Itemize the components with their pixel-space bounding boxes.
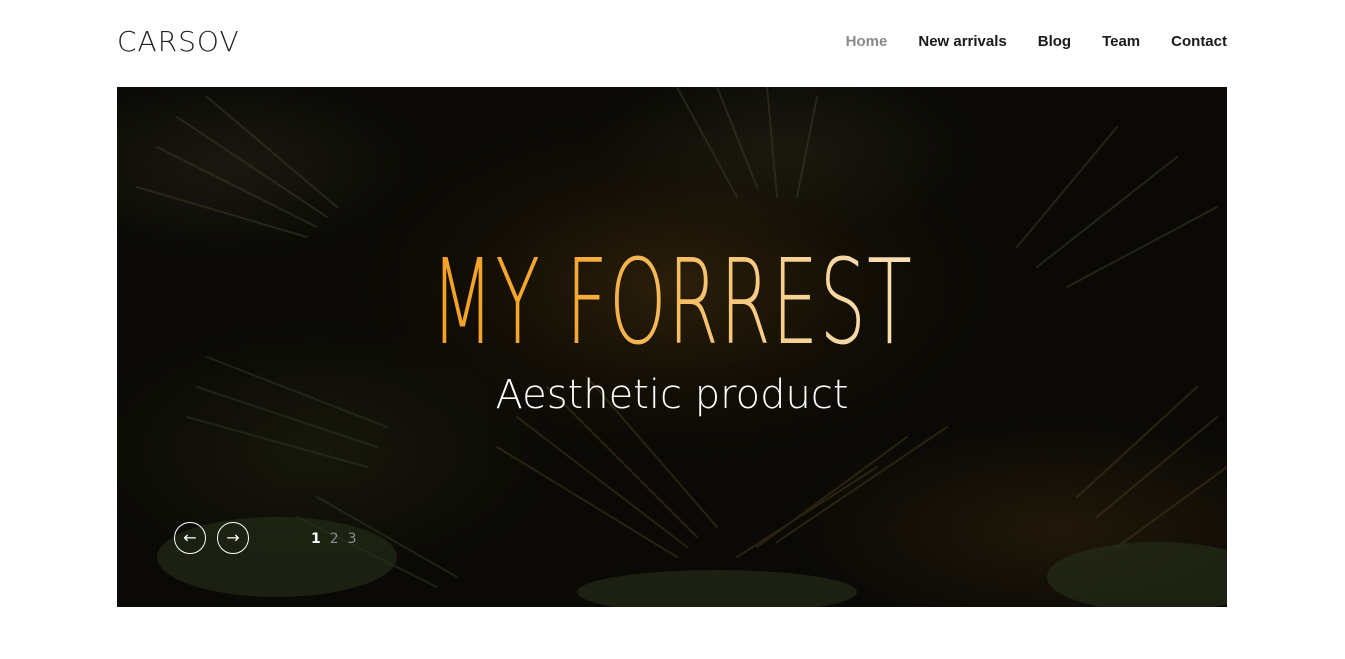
main-nav: Home New arrivals Blog Team Contact — [846, 31, 1227, 53]
nav-link-new-arrivals[interactable]: New arrivals — [918, 31, 1006, 53]
arrow-right-icon: → — [226, 528, 240, 547]
hero-title: MY FORREST — [328, 237, 1016, 367]
nav-link-home[interactable]: Home — [846, 31, 888, 53]
hero-slider: MY FORREST Aesthetic product ← → 1 2 3 — [117, 87, 1227, 607]
nav-link-blog[interactable]: Blog — [1038, 31, 1071, 53]
pagination-page-3[interactable]: 3 — [348, 530, 357, 548]
page: CARSOV Home New arrivals Blog Team Conta… — [0, 0, 1345, 659]
nav-link-contact[interactable]: Contact — [1171, 31, 1227, 53]
slider-pagination: 1 2 3 — [311, 530, 357, 548]
site-header: CARSOV Home New arrivals Blog Team Conta… — [117, 0, 1227, 87]
arrow-left-icon: ← — [183, 528, 197, 547]
slider-next-button[interactable]: → — [217, 522, 249, 554]
slider-prev-button[interactable]: ← — [174, 522, 206, 554]
pagination-page-2[interactable]: 2 — [330, 530, 339, 548]
logo[interactable]: CARSOV — [117, 24, 240, 60]
hero-subtitle: Aesthetic product — [495, 372, 849, 418]
pagination-page-1[interactable]: 1 — [311, 530, 321, 548]
nav-link-team[interactable]: Team — [1102, 31, 1140, 53]
